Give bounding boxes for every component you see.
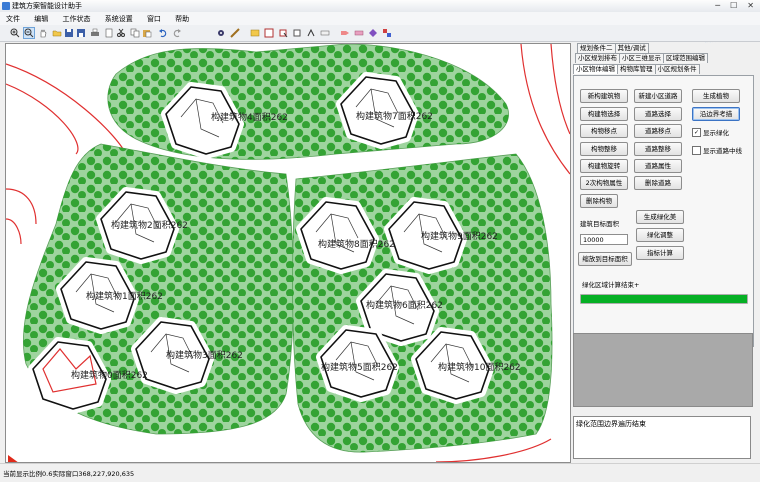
menu-work-state[interactable]: 工作状态 <box>56 12 96 24</box>
line-tool-icon[interactable] <box>306 28 316 38</box>
show-road-center-checkbox[interactable]: 显示道路中线 <box>692 145 742 155</box>
cursor-tool-icon[interactable] <box>278 28 288 38</box>
redo-icon[interactable] <box>172 28 182 38</box>
status-bar: 当前显示比例0.6实际窗口368,227,920,635 <box>0 463 760 482</box>
menu-system-settings[interactable]: 系统设置 <box>99 12 139 24</box>
building-label: 构建筑物2面积262 <box>111 219 188 231</box>
delete-road-button[interactable]: 删除道路 <box>634 176 682 190</box>
copy-icon[interactable] <box>130 28 140 38</box>
checkbox-unchecked-icon <box>692 145 701 155</box>
scale-to-target-button[interactable]: 缩放到目标面积 <box>578 252 632 266</box>
gear-icon[interactable] <box>216 28 226 38</box>
translate-road-button[interactable]: 道路整移 <box>634 142 682 156</box>
move-road-point-button[interactable]: 道路移点 <box>634 124 682 138</box>
new-building-button[interactable]: 新构建筑物 <box>580 89 628 103</box>
object-edit-panel: 新构建筑物 新建小区道路 生成植物 构建物选择 道路选择 沿边界考描 构物移点 … <box>573 75 754 347</box>
tab-other-debug[interactable]: 其他/调试 <box>614 43 649 53</box>
play-icon <box>8 455 30 462</box>
building-label: 构建筑物0面积262 <box>71 369 148 381</box>
green-calc-progress-bar <box>580 294 748 304</box>
link-icon[interactable] <box>354 28 364 38</box>
target-area-input[interactable]: 10000 <box>580 234 628 245</box>
indicator-calc-button[interactable]: 指标计算 <box>636 246 684 260</box>
menu-edit[interactable]: 编辑 <box>28 12 54 24</box>
minimize-button[interactable]: ─ <box>715 1 720 10</box>
tag-icon[interactable] <box>340 28 350 38</box>
status-text: 当前显示比例0.6实际窗口368,227,920,635 <box>3 470 135 478</box>
menu-window[interactable]: 窗口 <box>141 12 167 24</box>
menu-bar: 文件 编辑 工作状态 系统设置 窗口 帮助 <box>0 12 760 25</box>
checkbox-checked-icon: ✓ <box>692 127 701 137</box>
window-title: 建筑方案智能设计助手 <box>12 2 82 10</box>
app-icon <box>2 2 10 10</box>
building-label: 构建筑物1面积262 <box>86 290 163 302</box>
page-setup-icon[interactable] <box>104 28 114 38</box>
tab-community-layout[interactable]: 小区规划排布 <box>575 53 620 63</box>
generate-plants-button[interactable]: 生成植物 <box>692 89 740 103</box>
tab-library-manage[interactable]: 构物库管理 <box>617 64 656 74</box>
road-property-button[interactable]: 道路属性 <box>634 159 682 173</box>
road-tool-icon[interactable] <box>320 28 330 38</box>
save-as-icon[interactable] <box>76 28 86 38</box>
close-button[interactable]: ✕ <box>747 1 754 10</box>
building-label: 构建筑物10面积262 <box>438 361 521 373</box>
show-green-checkbox[interactable]: ✓ 显示绿化 <box>692 127 729 137</box>
print-icon[interactable] <box>90 28 100 38</box>
generate-green-button[interactable]: 生成绿化美 <box>636 210 684 224</box>
tab-community-conditions[interactable]: 小区规划条件 <box>654 64 700 74</box>
site-plan-canvas[interactable]: 构建筑物4面积262 构建筑物7面积262 构建筑物2面积262 构建筑物8面积262… <box>5 43 571 463</box>
tab-planning-conditions-2[interactable]: 规划条件二 <box>577 43 616 53</box>
target-area-label: 建筑目标面积 <box>580 220 619 228</box>
menu-help[interactable]: 帮助 <box>169 12 195 24</box>
adjust-green-button[interactable]: 绿化调整 <box>636 228 684 242</box>
zoom-out-icon[interactable] <box>23 27 35 39</box>
building-footprint[interactable] <box>336 72 419 149</box>
building-label: 构建筑物6面积262 <box>366 299 443 311</box>
select-building-button[interactable]: 构建物选择 <box>580 107 628 121</box>
transform-icon[interactable] <box>368 28 378 38</box>
paste-icon[interactable] <box>142 28 152 38</box>
tab-region-edit[interactable]: 区域范围编辑 <box>663 53 708 63</box>
tab-community-3d[interactable]: 小区三维显示 <box>619 53 664 63</box>
move-building-point-button[interactable]: 构物移点 <box>580 124 628 138</box>
building-footprint[interactable] <box>296 197 379 274</box>
translate-building-button[interactable]: 构物整移 <box>580 142 628 156</box>
rotate-building-button[interactable]: 构建物旋转 <box>580 159 628 173</box>
building-label: 构建筑物5面积262 <box>321 361 398 373</box>
zoom-in-icon[interactable] <box>10 28 20 38</box>
draw-polygon-icon[interactable] <box>250 28 260 38</box>
message-log: 绿化范围边界遍历结束 <box>573 416 751 459</box>
save-icon[interactable] <box>64 28 74 38</box>
select-road-button[interactable]: 道路选择 <box>634 107 682 121</box>
progress-status-label: 绿化区域计算结束+ <box>582 281 640 289</box>
building-label: 构建筑物8面积262 <box>318 238 395 250</box>
progress-fill <box>581 295 747 303</box>
pen-icon[interactable] <box>230 28 240 38</box>
building-label: 构建筑物7面积262 <box>356 110 433 122</box>
toolbar <box>0 25 760 42</box>
maximize-button[interactable]: ☐ <box>730 1 737 10</box>
site-plan-drawing: 构建筑物4面积262 构建筑物7面积262 构建筑物2面积262 构建筑物8面积262… <box>6 44 570 462</box>
building-label: 构建筑物4面积262 <box>211 111 288 123</box>
building-label: 构建筑物9面积262 <box>421 230 498 242</box>
cut-icon[interactable] <box>116 28 126 38</box>
preview-area <box>573 333 753 407</box>
open-folder-icon[interactable] <box>52 28 62 38</box>
right-panel: 规划条件二 其他/调试 小区规划排布 小区三维显示 区域范围编辑 小区物体编辑 … <box>573 43 754 461</box>
building-property-button[interactable]: 2次构物属性 <box>580 176 628 190</box>
rectangle-tool-icon[interactable] <box>264 28 274 38</box>
delete-building-button[interactable]: 删除构物 <box>580 194 618 208</box>
along-boundary-button[interactable]: 沿边界考描 <box>692 107 740 121</box>
pan-hand-icon[interactable] <box>38 28 48 38</box>
undo-icon[interactable] <box>158 28 168 38</box>
building-label: 构建筑物3面积262 <box>166 349 243 361</box>
new-road-button[interactable]: 新建小区道路 <box>634 89 682 103</box>
tab-object-edit[interactable]: 小区物体编辑 <box>573 64 618 74</box>
delete-tool-icon[interactable] <box>292 28 302 38</box>
menu-file[interactable]: 文件 <box>0 12 26 24</box>
group-icon[interactable] <box>382 28 392 38</box>
